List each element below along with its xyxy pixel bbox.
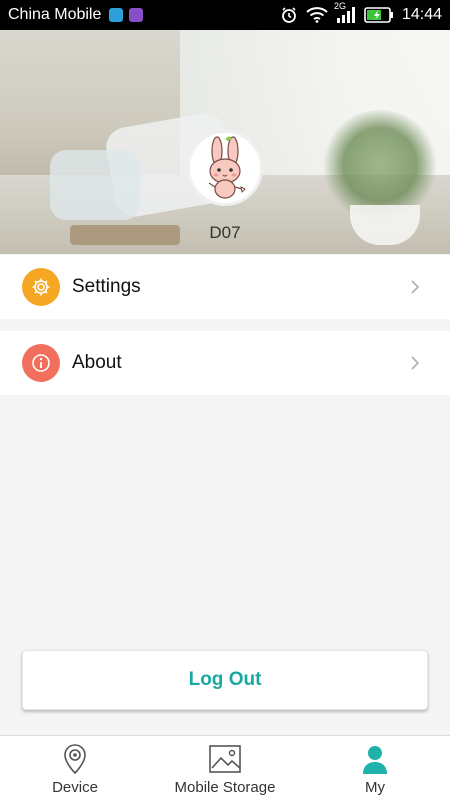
- camera-pin-icon: [62, 742, 88, 776]
- clock: 14:44: [401, 6, 442, 23]
- chevron-right-icon: [410, 355, 420, 371]
- status-bar: China Mobile 2G 14:44: [0, 0, 450, 30]
- battery-icon: [364, 7, 394, 23]
- gear-icon: [22, 268, 60, 306]
- wifi-icon: [306, 7, 328, 23]
- about-menu-item[interactable]: About: [0, 331, 450, 395]
- tab-my[interactable]: My: [300, 736, 450, 800]
- settings-label: Settings: [72, 276, 141, 297]
- gallery-notification-icon: [129, 8, 144, 22]
- person-icon: [361, 742, 389, 776]
- notification-icon: [109, 8, 124, 22]
- tab-mobile-storage-label: Mobile Storage: [174, 779, 276, 796]
- network-type: 2G: [333, 1, 346, 11]
- device-name: D07: [209, 223, 241, 242]
- info-icon: [22, 344, 60, 382]
- tab-device[interactable]: Device: [0, 736, 150, 800]
- carrier-name: China Mobile: [8, 6, 102, 23]
- chevron-right-icon: [410, 279, 420, 295]
- settings-menu-item[interactable]: Settings: [0, 255, 450, 319]
- background-plant: [320, 110, 440, 220]
- avatar[interactable]: [187, 130, 263, 206]
- tab-my-label: My: [365, 779, 385, 796]
- logout-button[interactable]: Log Out: [22, 650, 428, 710]
- tab-mobile-storage[interactable]: Mobile Storage: [150, 736, 300, 800]
- alarm-icon: [280, 6, 298, 24]
- tab-device-label: Device: [52, 779, 98, 796]
- background-pillow-2: [50, 150, 140, 220]
- about-label: About: [72, 352, 122, 373]
- image-icon: [208, 742, 242, 776]
- profile-header: D07: [0, 30, 450, 254]
- signal-icon: 2G: [334, 1, 356, 23]
- bunny-avatar-icon: [208, 136, 246, 199]
- bottom-tab-bar: Device Mobile Storage My: [0, 735, 450, 800]
